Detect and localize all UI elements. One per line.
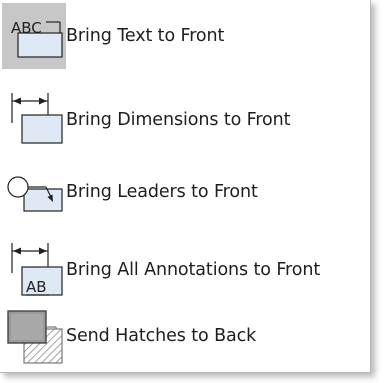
menu-item-label: Bring All Annotations to Front: [66, 260, 321, 280]
arrange-annotations-menu: ABC Bring Text to Front Bring Dimensions…: [0, 0, 371, 373]
bring-leaders-to-front-icon: [2, 159, 66, 225]
menu-item-bring-all-annotations-to-front[interactable]: AB Bring All Annotations to Front: [2, 237, 368, 303]
bring-text-to-front-icon: ABC: [2, 3, 66, 69]
abc-icon-text: ABC: [11, 19, 42, 37]
menu-item-send-hatches-to-back[interactable]: Send Hatches to Back: [2, 303, 368, 369]
bring-dimensions-to-front-icon: [2, 87, 66, 153]
ab-icon-text: AB: [26, 278, 47, 296]
menu-item-label: Bring Leaders to Front: [66, 182, 258, 202]
menu-item-label: Bring Text to Front: [66, 26, 225, 46]
menu-item-bring-dimensions-to-front[interactable]: Bring Dimensions to Front: [2, 87, 368, 153]
menu-item-bring-text-to-front[interactable]: ABC Bring Text to Front: [2, 3, 368, 69]
bring-all-annotations-to-front-icon: AB: [2, 237, 66, 303]
menu-item-label: Send Hatches to Back: [66, 326, 257, 346]
send-hatches-to-back-icon: [2, 303, 66, 369]
menu-item-bring-leaders-to-front[interactable]: Bring Leaders to Front: [2, 159, 368, 225]
menu-item-label: Bring Dimensions to Front: [66, 110, 291, 130]
